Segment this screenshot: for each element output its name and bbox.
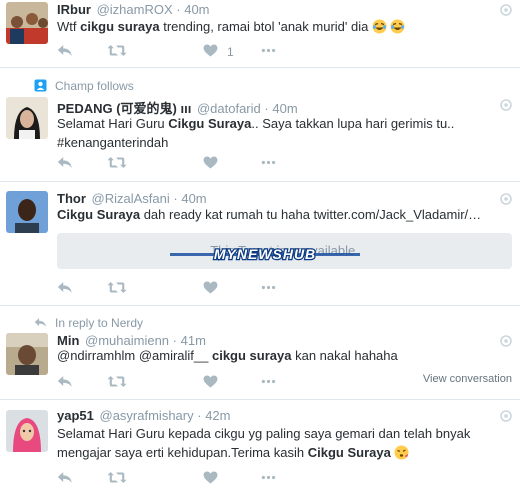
mentions[interactable]: @ndirramhlm @amiralif__ — [57, 348, 212, 363]
avatar[interactable] — [6, 2, 48, 44]
tweet-text: Wtf cikgu suraya trending, ramai btol 'a… — [57, 17, 406, 36]
tweet-text: @ndirramhlm @amiralif__ cikgu suraya kan… — [57, 346, 398, 365]
context-label: Champ follows — [55, 79, 134, 93]
text-segment: kan nakal hahaha — [291, 348, 398, 363]
laughing-emoji — [372, 19, 405, 34]
more-icon[interactable] — [261, 44, 276, 57]
more-icon[interactable] — [261, 281, 276, 294]
highlighted-keyword: Cikgu Suraya — [168, 116, 252, 131]
like-icon[interactable] — [203, 281, 218, 294]
more-icon[interactable] — [261, 375, 276, 388]
tweet-actions — [57, 156, 257, 174]
hashtag[interactable]: #kenanganterindah — [57, 135, 168, 150]
tweet[interactable]: In reply to Nerdy Min @muhaimienn · 41m … — [0, 306, 520, 400]
text-segment: dah ready kat rumah tu haha — [140, 207, 314, 222]
view-conversation-link[interactable]: View conversation — [423, 373, 512, 385]
reply-icon[interactable] — [57, 44, 73, 57]
reply-context-icon — [34, 316, 47, 329]
tweet-actions — [57, 281, 257, 299]
watermark-text: MYNEWSHUB — [214, 246, 316, 262]
text-segment: Wtf — [57, 19, 81, 34]
like-icon[interactable] — [203, 156, 218, 169]
separator: · — [176, 2, 181, 17]
like-count: 1 — [227, 45, 234, 59]
timestamp[interactable]: 40m — [184, 2, 209, 17]
highlighted-keyword: Cikgu Suraya — [307, 445, 391, 460]
tweet-text: Selamat Hari Guru Cikgu Suraya.. Saya ta… — [57, 114, 454, 152]
reply-icon[interactable] — [57, 375, 73, 388]
avatar[interactable] — [6, 410, 48, 452]
like-icon[interactable] — [203, 471, 218, 484]
gear-icon[interactable] — [500, 193, 512, 205]
retweet-icon[interactable] — [107, 471, 127, 484]
follow-icon — [34, 79, 47, 92]
tweet-header: IRbur @izhamROX · 40m — [57, 2, 210, 17]
tweet-actions — [57, 375, 257, 393]
gear-icon[interactable] — [500, 4, 512, 16]
highlighted-keyword: cikgu suraya — [211, 348, 292, 363]
avatar[interactable] — [6, 333, 48, 375]
tweet-actions — [57, 471, 257, 489]
timeline-feed: IRbur @izhamROX · 40m Wtf cikgu suraya t… — [0, 0, 520, 489]
reply-icon[interactable] — [57, 156, 73, 169]
avatar[interactable] — [6, 97, 48, 139]
display-name[interactable]: IRbur — [57, 2, 91, 17]
username[interactable]: @RizalAsfani — [92, 191, 170, 206]
text-segment: trending, ramai btol 'anak murid' dia — [159, 19, 369, 34]
tweet-text: Cikgu Suraya dah ready kat rumah tu haha… — [57, 205, 481, 224]
reply-icon[interactable] — [57, 281, 73, 294]
watermark-logo: MYNEWSHUB — [170, 245, 360, 263]
avatar[interactable] — [6, 191, 48, 233]
tweet-actions: 1 — [57, 44, 257, 62]
text-segment: Selamat Hari Guru — [57, 116, 169, 131]
display-name[interactable]: yap51 — [57, 408, 94, 423]
tweet-text: Selamat Hari Guru kepada cikgu yg paling… — [57, 424, 470, 462]
timestamp[interactable]: 40m — [181, 191, 206, 206]
reply-icon[interactable] — [57, 471, 73, 484]
tweet[interactable]: yap51 @asyrafmishary · 42m Selamat Hari … — [0, 400, 520, 489]
tweet-link[interactable]: twitter.com/Jack_Vladamir/… — [314, 207, 482, 222]
separator: · — [173, 191, 178, 206]
display-name[interactable]: Thor — [57, 191, 86, 206]
gear-icon[interactable] — [500, 335, 512, 347]
text-segment: Selamat Hari Guru kepada cikgu yg paling… — [57, 426, 471, 441]
retweet-icon[interactable] — [107, 281, 127, 294]
context-label[interactable]: In reply to Nerdy — [55, 316, 143, 330]
tweet[interactable]: Champ follows PEDANG (可爱的鬼) ııı @datofar… — [0, 68, 520, 182]
timestamp[interactable]: 42m — [205, 408, 230, 423]
kiss-emoji — [394, 445, 409, 460]
tweet-header: yap51 @asyrafmishary · 42m — [57, 408, 231, 423]
highlighted-keyword: Cikgu Suraya — [57, 207, 141, 222]
retweet-icon[interactable] — [107, 375, 127, 388]
tweet-header: Thor @RizalAsfani · 40m — [57, 191, 207, 206]
social-context: In reply to Nerdy — [34, 316, 143, 330]
gear-icon[interactable] — [500, 410, 512, 422]
tweet[interactable]: IRbur @izhamROX · 40m Wtf cikgu suraya t… — [0, 0, 520, 68]
like-icon[interactable] — [203, 375, 218, 388]
social-context: Champ follows — [34, 79, 134, 93]
highlighted-keyword: cikgu suraya — [80, 19, 160, 34]
more-icon[interactable] — [261, 156, 276, 169]
username[interactable]: @izhamROX — [97, 2, 173, 17]
text-segment: mengajar saya erti kehidupan.Terima kasi… — [57, 445, 308, 460]
text-segment: .. Saya takkan lupa hari gerimis tu.. — [251, 116, 455, 131]
more-icon[interactable] — [261, 471, 276, 484]
gear-icon[interactable] — [500, 99, 512, 111]
like-icon[interactable] — [203, 44, 218, 57]
retweet-icon[interactable] — [107, 44, 127, 57]
username[interactable]: @asyrafmishary — [100, 408, 194, 423]
separator: · — [197, 408, 202, 423]
retweet-icon[interactable] — [107, 156, 127, 169]
